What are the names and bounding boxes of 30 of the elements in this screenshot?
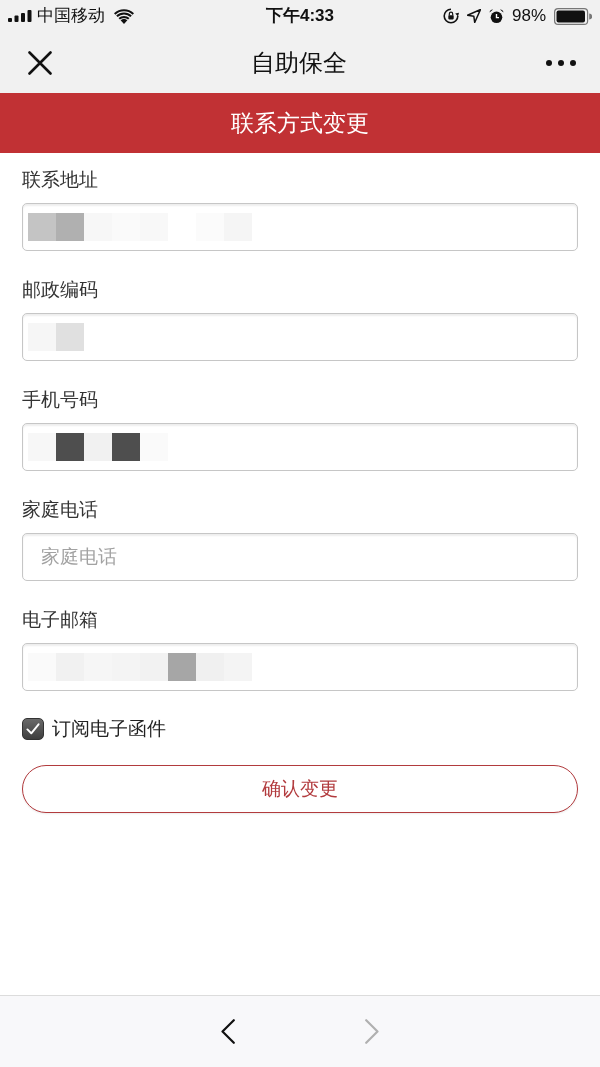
rotation-lock-icon bbox=[442, 8, 459, 24]
pixelated-value-drawing bbox=[28, 323, 84, 351]
close-icon bbox=[28, 50, 52, 75]
input-field[interactable] bbox=[22, 643, 578, 691]
more-icon bbox=[546, 59, 576, 66]
signal-icon bbox=[8, 10, 32, 22]
alarm-clock-icon bbox=[488, 8, 504, 24]
status-time: 下午4:33 bbox=[266, 6, 334, 26]
location-arrow-icon bbox=[466, 9, 481, 23]
carrier-name: 中国移动 bbox=[37, 6, 105, 26]
input-field[interactable] bbox=[22, 313, 578, 361]
check-icon bbox=[26, 723, 40, 735]
field-label: 邮政编码 bbox=[22, 278, 98, 302]
field-label: 家庭电话 bbox=[22, 498, 98, 522]
chevron-left-icon bbox=[221, 1019, 235, 1044]
wifi-icon bbox=[114, 8, 134, 24]
section-banner: 联系方式变更 bbox=[0, 93, 600, 153]
battery-icon bbox=[554, 7, 592, 25]
field-label: 联系地址 bbox=[22, 168, 98, 192]
input-field[interactable]: 家庭电话 bbox=[22, 533, 578, 581]
battery-percent: 98% bbox=[511, 6, 546, 26]
input-field[interactable] bbox=[22, 203, 578, 251]
chevron-right-icon bbox=[365, 1019, 379, 1044]
checkbox-label[interactable]: 订阅电子函件 bbox=[52, 717, 166, 741]
input-field[interactable] bbox=[22, 423, 578, 471]
field-label: 手机号码 bbox=[22, 388, 98, 412]
confirm-button[interactable]: 确认变更 bbox=[22, 765, 578, 813]
page-title: 自助保全 bbox=[251, 47, 347, 78]
field-label: 电子邮箱 bbox=[22, 608, 98, 632]
checkbox[interactable] bbox=[22, 718, 44, 740]
